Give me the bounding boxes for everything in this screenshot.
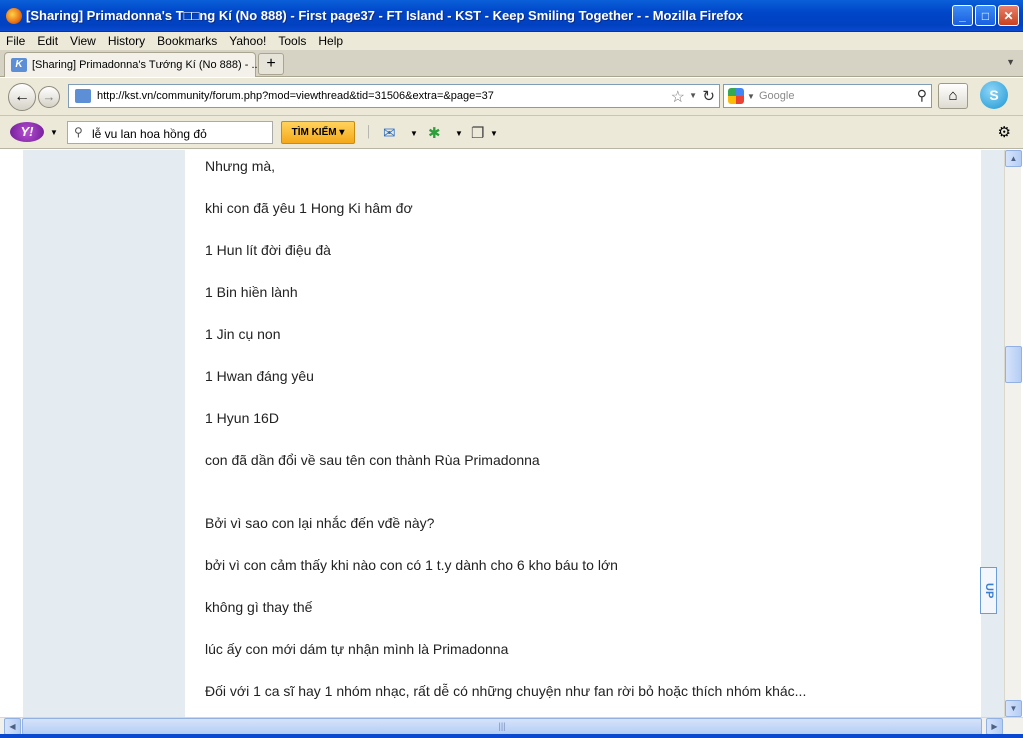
apps-dropdown-icon[interactable]: ▼ bbox=[455, 129, 463, 138]
scroll-up-button[interactable]: UP bbox=[980, 567, 997, 614]
tab-list-icon[interactable]: ▼ bbox=[1006, 57, 1015, 67]
menu-history[interactable]: History bbox=[102, 32, 151, 50]
reload-icon[interactable]: ↻ bbox=[702, 87, 715, 105]
tab-active[interactable]: K [Sharing] Primadonna's Tướng Kí (No 88… bbox=[4, 52, 261, 77]
maximize-button[interactable]: □ bbox=[975, 5, 996, 26]
kst-favicon-icon: K bbox=[11, 58, 27, 72]
vertical-scroll-thumb[interactable] bbox=[1005, 346, 1022, 383]
yahoo-toolbar: Y! ▼ ⚲ lễ vu lan hoa hồng đỏ TÌM KIẾM ▾ … bbox=[0, 116, 1023, 149]
post-line: 1 Bin hiền lành bbox=[205, 284, 298, 300]
yahoo-dropdown-icon[interactable]: ▼ bbox=[50, 128, 58, 137]
back-button[interactable]: ← bbox=[8, 83, 36, 111]
tab-label: [Sharing] Primadonna's Tướng Kí (No 888)… bbox=[32, 59, 261, 71]
site-icon bbox=[75, 89, 91, 103]
post-line: Nhưng mà, bbox=[205, 158, 276, 174]
horizontal-scroll-thumb[interactable]: ||| bbox=[22, 718, 982, 735]
post-line: Bởi vì sao con lại nhắc đến vđề này? bbox=[205, 515, 435, 531]
url-bar[interactable]: http://kst.vn/community/forum.php?mod=vi… bbox=[68, 84, 720, 108]
menu-bookmarks[interactable]: Bookmarks bbox=[151, 32, 223, 50]
vertical-scrollbar[interactable]: ▲ ▼ bbox=[1004, 150, 1022, 717]
yahoo-search-input[interactable]: ⚲ lễ vu lan hoa hồng đỏ bbox=[67, 121, 273, 144]
bookmark-star-icon[interactable]: ☆ bbox=[671, 87, 685, 107]
skype-icon[interactable]: S bbox=[980, 81, 1008, 109]
post-line: Đối với 1 ca sĩ hay 1 nhóm nhạc, rất dễ … bbox=[205, 683, 807, 699]
menu-help[interactable]: Help bbox=[312, 32, 349, 50]
search-bar[interactable]: ▼ Google ⚲ bbox=[723, 84, 932, 108]
window-title: [Sharing] Primadonna's T□□ng Kí (No 888)… bbox=[26, 8, 744, 23]
menu-bar: File Edit View History Bookmarks Yahoo! Tools H… bbox=[0, 32, 1023, 50]
tab-bar: K [Sharing] Primadonna's Tướng Kí (No 88… bbox=[0, 50, 1023, 77]
separator-icon: ᛁ bbox=[364, 124, 374, 141]
scroll-right-arrow-icon[interactable]: ▶ bbox=[986, 718, 1003, 735]
post-line: 1 Hun lít đời điệu đà bbox=[205, 242, 331, 258]
post-line: 1 Hyun 16D bbox=[205, 410, 279, 426]
post-line: bởi vì con cảm thấy khi nào con có 1 t.y… bbox=[205, 557, 618, 573]
apps-icon[interactable]: ✱ bbox=[428, 124, 441, 142]
horizontal-scrollbar[interactable]: ◀ ||| ▶ bbox=[0, 717, 1023, 735]
minimize-button[interactable]: _ bbox=[952, 5, 973, 26]
mail-dropdown-icon[interactable]: ▼ bbox=[410, 129, 418, 138]
url-text[interactable]: http://kst.vn/community/forum.php?mod=vi… bbox=[97, 90, 494, 102]
menu-edit[interactable]: Edit bbox=[31, 32, 64, 50]
close-button[interactable]: ✕ bbox=[998, 5, 1019, 26]
scroll-down-arrow-icon[interactable]: ▼ bbox=[1005, 700, 1022, 717]
mail-icon[interactable]: ✉ bbox=[383, 124, 396, 142]
yahoo-search-value[interactable]: lễ vu lan hoa hồng đỏ bbox=[92, 127, 207, 141]
post-line: lúc ấy con mới dám tự nhận mình là Prima… bbox=[205, 641, 509, 657]
pages-icon[interactable]: ❐ bbox=[471, 124, 484, 142]
search-icon: ⚲ bbox=[74, 125, 83, 139]
google-icon[interactable] bbox=[728, 88, 744, 104]
menu-tools[interactable]: Tools bbox=[272, 32, 312, 50]
search-placeholder[interactable]: Google bbox=[759, 90, 794, 102]
window-bottom-border bbox=[0, 734, 1023, 738]
menu-view[interactable]: View bbox=[64, 32, 102, 50]
new-tab-button[interactable]: + bbox=[258, 53, 284, 75]
scroll-up-arrow-icon[interactable]: ▲ bbox=[1005, 150, 1022, 167]
search-icon[interactable]: ⚲ bbox=[917, 87, 927, 104]
post-line: 1 Jin cụ non bbox=[205, 326, 281, 342]
post-line: không gì thay thế bbox=[205, 599, 313, 615]
gear-icon[interactable]: ⚙ bbox=[998, 123, 1011, 141]
post-author-column bbox=[23, 150, 185, 717]
yahoo-logo[interactable]: Y! bbox=[10, 122, 44, 142]
yahoo-search-button[interactable]: TÌM KIẾM ▾ bbox=[281, 121, 355, 144]
post-line: 1 Hwan đáng yêu bbox=[205, 368, 314, 384]
pages-dropdown-icon[interactable]: ▼ bbox=[490, 129, 498, 138]
yahoo-search-button-label: TÌM KIẾM bbox=[291, 127, 337, 138]
search-engine-dropdown-icon[interactable]: ▼ bbox=[747, 92, 755, 101]
scroll-left-arrow-icon[interactable]: ◀ bbox=[4, 718, 21, 735]
navigation-bar: ← → http://kst.vn/community/forum.php?mo… bbox=[0, 78, 1023, 116]
url-dropdown-icon[interactable]: ▼ bbox=[689, 91, 697, 100]
post-line: con đã dần đổi về sau tên con thành Rùa … bbox=[205, 452, 540, 468]
right-margin bbox=[981, 150, 1004, 717]
page-content: Nhưng mà, khi con đã yêu 1 Hong Ki hâm đ… bbox=[0, 150, 1023, 717]
firefox-icon bbox=[6, 8, 22, 24]
forward-button[interactable]: → bbox=[38, 86, 60, 108]
post-line: khi con đã yêu 1 Hong Ki hâm đơ bbox=[205, 200, 413, 216]
post-body bbox=[185, 150, 981, 717]
left-margin bbox=[0, 150, 23, 717]
menu-yahoo[interactable]: Yahoo! bbox=[223, 32, 272, 50]
home-button[interactable]: ⌂ bbox=[938, 83, 968, 109]
title-bar: [Sharing] Primadonna's T□□ng Kí (No 888)… bbox=[0, 0, 1023, 32]
menu-file[interactable]: File bbox=[0, 32, 31, 50]
